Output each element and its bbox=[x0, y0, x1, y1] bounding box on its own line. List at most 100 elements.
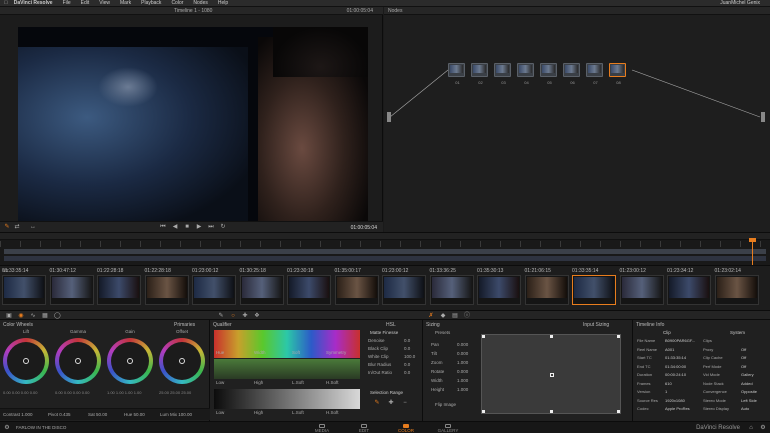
motion-icon[interactable]: ◯ bbox=[54, 313, 61, 319]
gain-wheel-handle[interactable] bbox=[127, 358, 133, 364]
clip-thumbnail[interactable] bbox=[477, 275, 521, 305]
menu-app-name[interactable]: DaVinci Resolve bbox=[14, 0, 53, 6]
tab-gallery[interactable]: GALLERY bbox=[428, 423, 468, 433]
corner-handle[interactable] bbox=[482, 410, 485, 413]
clip-thumbnail[interactable] bbox=[714, 275, 759, 305]
edge-handle[interactable] bbox=[550, 410, 553, 413]
stop-icon[interactable]: ■ bbox=[184, 224, 190, 230]
camera-raw-icon[interactable]: ▣ bbox=[6, 313, 12, 319]
color-wheels-icon[interactable]: ◉ bbox=[18, 313, 24, 319]
timeline-track-v1[interactable] bbox=[4, 249, 766, 254]
tracker-icon[interactable]: ✚ bbox=[242, 313, 248, 319]
finesse-value[interactable]: 0.0 bbox=[404, 370, 410, 375]
play-icon[interactable]: ▶ bbox=[196, 224, 202, 230]
clip-thumbnail[interactable] bbox=[382, 275, 426, 305]
clip-thumbnail[interactable] bbox=[334, 275, 379, 305]
flip-label[interactable]: Flip Image bbox=[435, 402, 456, 407]
node-02[interactable]: 02 bbox=[471, 63, 488, 85]
loop-icon[interactable]: ↻ bbox=[220, 224, 226, 230]
clip-thumbnail[interactable] bbox=[524, 275, 569, 305]
settings-gear-icon[interactable]: ⚙ bbox=[4, 425, 10, 431]
lum-mix-value[interactable]: Lum Mix 100.00 bbox=[160, 412, 192, 417]
hue-value[interactable]: Hue 50.00 bbox=[124, 412, 145, 417]
corner-handle[interactable] bbox=[617, 410, 620, 413]
gamma-wheel[interactable] bbox=[55, 338, 101, 384]
last-frame-icon[interactable]: ⏭ bbox=[208, 224, 214, 230]
finesse-value[interactable]: 0.0 bbox=[404, 362, 410, 367]
clip-thumbnail[interactable] bbox=[287, 275, 331, 305]
lift-values[interactable]: 0.00 0.00 0.00 0.00 bbox=[3, 390, 53, 395]
sizing-param-value[interactable]: 0.000 bbox=[457, 342, 468, 347]
sizing-param-value[interactable]: 1.000 bbox=[457, 378, 468, 383]
menu-nodes[interactable]: Nodes bbox=[193, 0, 207, 6]
clip-thumbnail[interactable] bbox=[429, 275, 474, 305]
pivot-value[interactable]: Pivot 0.435 bbox=[48, 412, 71, 417]
node-05[interactable]: 05 bbox=[540, 63, 557, 85]
offset-values[interactable]: 25.00 25.00 25.00 bbox=[159, 390, 209, 395]
lum-bar[interactable] bbox=[214, 389, 360, 409]
rewind-icon[interactable]: ◀ bbox=[172, 224, 178, 230]
node-03[interactable]: 03 bbox=[494, 63, 511, 85]
picker-add-icon[interactable]: ✚ bbox=[388, 400, 394, 406]
sat-bar[interactable] bbox=[214, 359, 360, 379]
node-04[interactable]: 04 bbox=[517, 63, 534, 85]
home-icon[interactable]: ⌂ bbox=[748, 425, 754, 431]
window-icon[interactable]: ○ bbox=[230, 313, 236, 319]
timeline-track-a1[interactable] bbox=[4, 256, 766, 261]
hue-width-label[interactable]: Width bbox=[254, 350, 266, 355]
playhead[interactable] bbox=[752, 239, 753, 265]
lum-hsoft-label[interactable]: H.Soft bbox=[326, 410, 339, 415]
offset-wheel[interactable] bbox=[159, 338, 205, 384]
sizing-param-value[interactable]: 1.000 bbox=[457, 387, 468, 392]
clip-thumbnail[interactable] bbox=[2, 275, 46, 305]
settings-icon[interactable]: ⚙ bbox=[760, 425, 766, 431]
menu-help[interactable]: Help bbox=[218, 0, 228, 6]
sizing-param-value[interactable]: 1.000 bbox=[457, 360, 468, 365]
picker-sub-icon[interactable]: − bbox=[402, 400, 408, 406]
lum-high-label[interactable]: High bbox=[254, 410, 263, 415]
offset-wheel-handle[interactable] bbox=[179, 358, 185, 364]
primaries-label[interactable]: Primaries bbox=[174, 322, 195, 328]
clip-thumbnail[interactable] bbox=[572, 275, 616, 305]
hue-symmetry-label[interactable]: Symmetry bbox=[326, 350, 346, 355]
timeline-panel[interactable] bbox=[0, 232, 770, 265]
clip-thumbnail[interactable] bbox=[97, 275, 141, 305]
info-icon[interactable]: ⓘ bbox=[464, 313, 470, 319]
playhead-handle[interactable] bbox=[749, 238, 756, 242]
tab-color[interactable]: COLOR bbox=[386, 423, 426, 433]
node-07[interactable]: 07 bbox=[586, 63, 603, 85]
sizing-param-value[interactable]: 0.000 bbox=[457, 369, 468, 374]
sizing-icon[interactable]: ✗ bbox=[428, 313, 434, 319]
clip-thumbnail[interactable] bbox=[192, 275, 236, 305]
apple-icon[interactable]:  bbox=[4, 0, 8, 6]
menu-file[interactable]: File bbox=[63, 0, 71, 6]
finesse-value[interactable]: 100.0 bbox=[404, 354, 415, 359]
tab-edit[interactable]: EDIT bbox=[344, 423, 384, 433]
contrast-value[interactable]: Contrast 1.000 bbox=[3, 412, 33, 417]
clip-thumbnail[interactable] bbox=[619, 275, 664, 305]
gain-values[interactable]: 1.00 1.00 1.00 1.00 bbox=[107, 390, 157, 395]
presets-label[interactable]: Presets bbox=[435, 330, 450, 335]
viewer-image[interactable] bbox=[18, 27, 368, 223]
gamma-wheel-handle[interactable] bbox=[75, 358, 81, 364]
blur-icon[interactable]: ❖ bbox=[254, 313, 260, 319]
curves-icon[interactable]: ∿ bbox=[30, 313, 36, 319]
scope-icon[interactable]: ▤ bbox=[452, 313, 458, 319]
corner-handle[interactable] bbox=[617, 335, 620, 338]
clip-thumbnail[interactable] bbox=[144, 275, 189, 305]
finesse-value[interactable]: 0.0 bbox=[404, 338, 410, 343]
sizing-param-value[interactable]: 0.000 bbox=[457, 351, 468, 356]
node-08[interactable]: 08 bbox=[609, 63, 626, 85]
sat-low-label[interactable]: Low bbox=[216, 380, 224, 385]
lift-wheel[interactable] bbox=[3, 338, 49, 384]
sizing-preview[interactable] bbox=[481, 334, 621, 414]
sat-lsoft-label[interactable]: L.Soft bbox=[292, 380, 304, 385]
node-06[interactable]: 06 bbox=[563, 63, 580, 85]
sat-value[interactable]: Sat 50.00 bbox=[88, 412, 107, 417]
input-sizing-label[interactable]: Input Sizing bbox=[583, 322, 609, 328]
hue-label[interactable]: Hue bbox=[216, 350, 224, 355]
menu-color[interactable]: Color bbox=[171, 0, 183, 6]
lum-lsoft-label[interactable]: L.Soft bbox=[292, 410, 304, 415]
rgb-mixer-icon[interactable]: ▦ bbox=[42, 313, 48, 319]
menu-edit[interactable]: Edit bbox=[81, 0, 90, 6]
